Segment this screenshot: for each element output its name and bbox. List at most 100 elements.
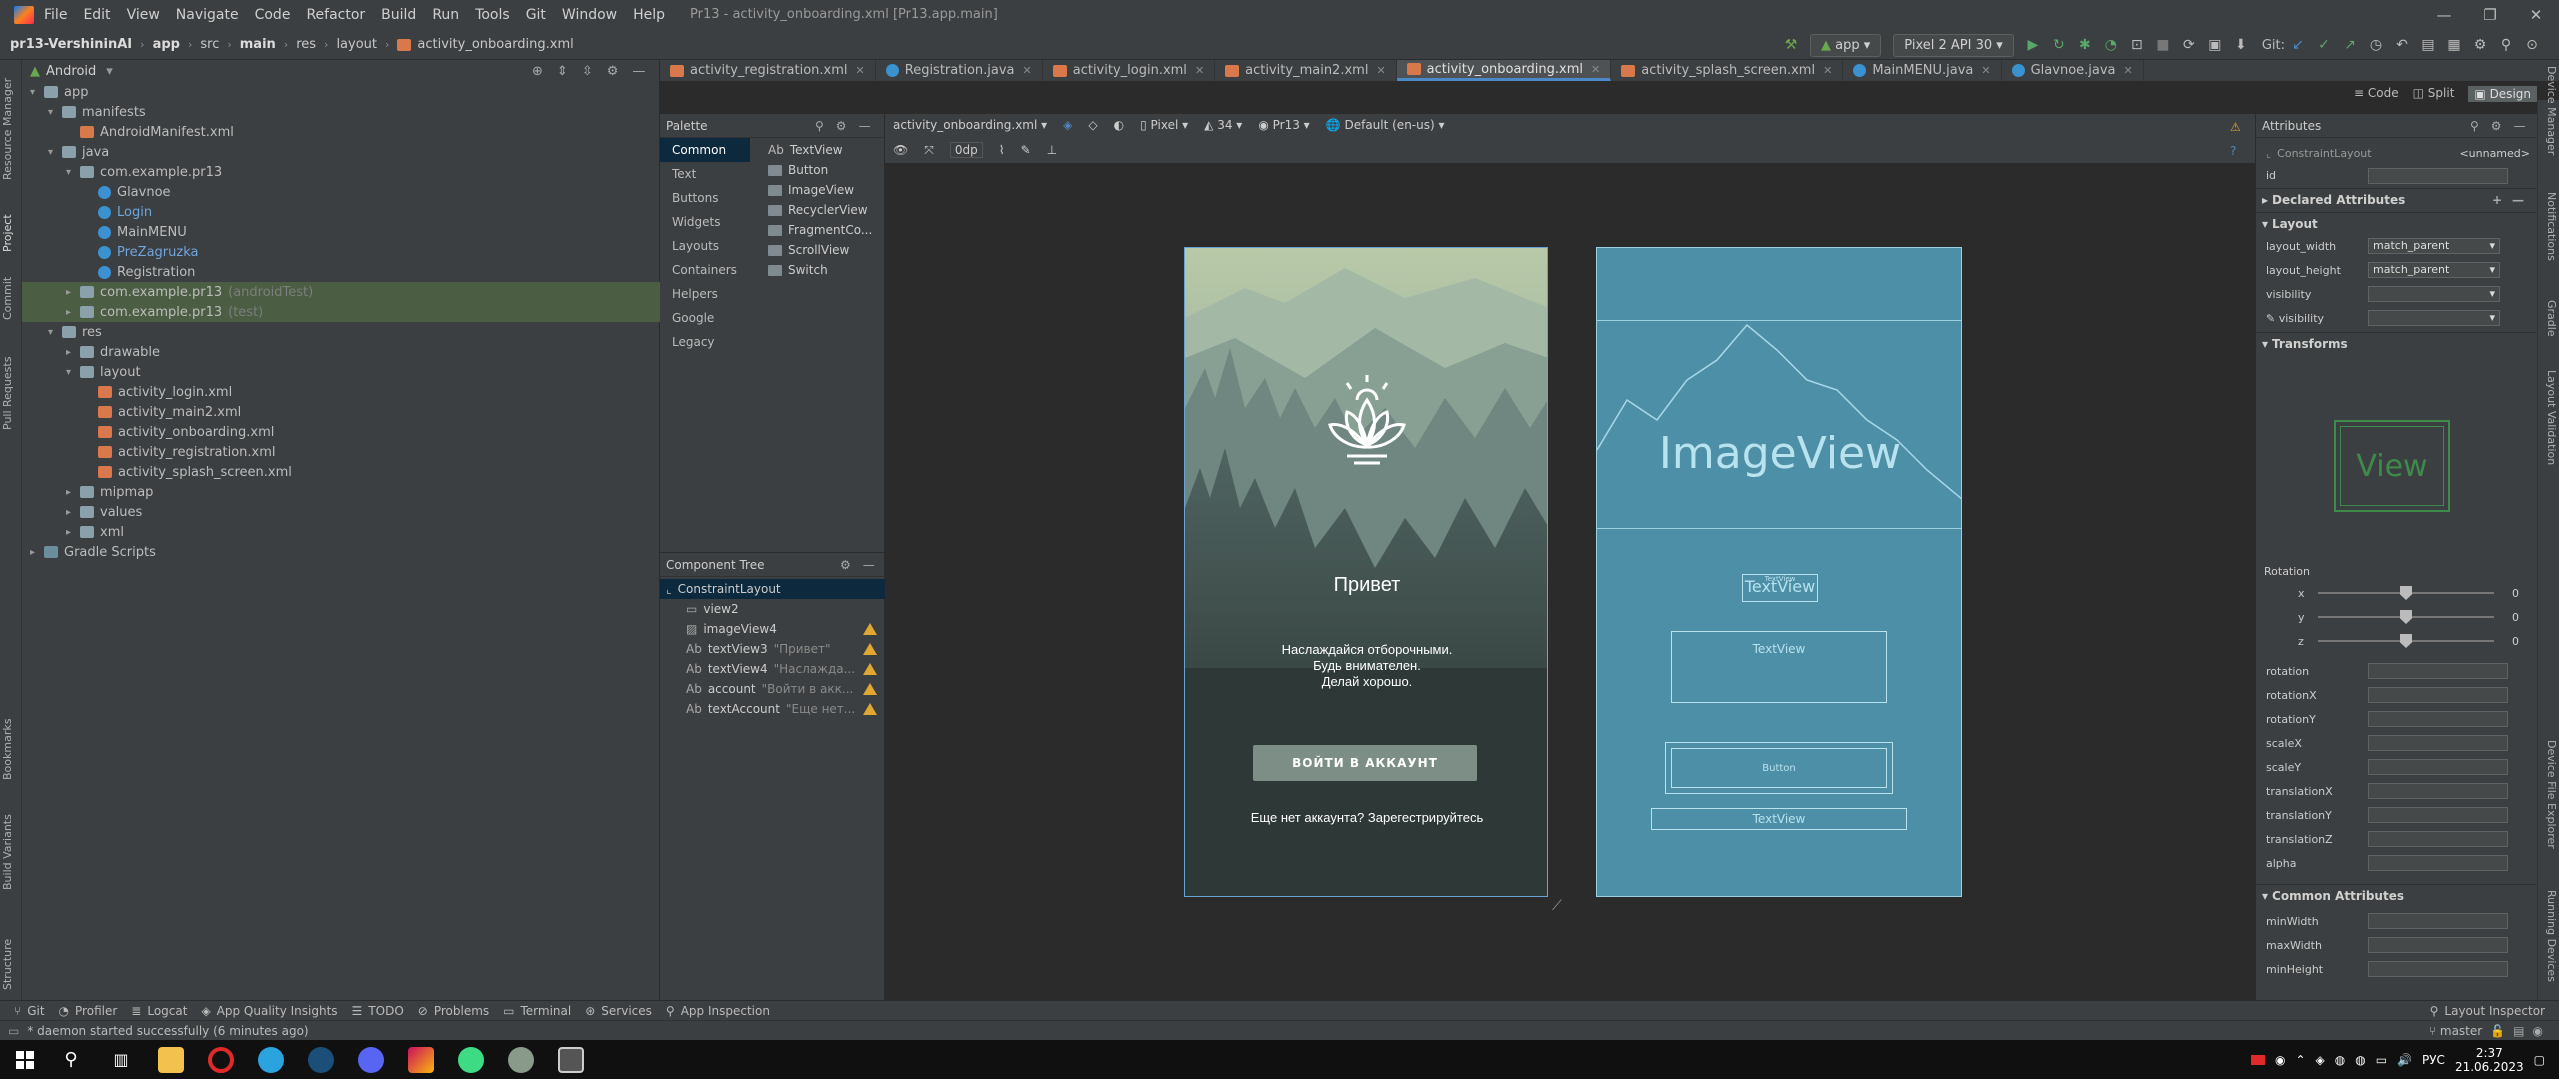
tool-gradle[interactable]: Gradle <box>2545 300 2558 337</box>
project-tree-row[interactable]: activity_splash_screen.xml <box>22 462 660 482</box>
tool-pull-requests[interactable]: Pull Requests <box>1 357 14 430</box>
palette-item[interactable]: ScrollView <box>768 240 849 260</box>
tool-terminal[interactable]: ▭ Terminal <box>503 1004 571 1018</box>
tool-build-variants[interactable]: Build Variants <box>1 814 14 890</box>
tool-git[interactable]: ⑂ Git <box>14 1004 45 1018</box>
expand-arrow-icon[interactable]: ▸ <box>30 547 44 558</box>
layout-height-select[interactable]: match_parent ▾ <box>2368 262 2500 278</box>
project-tree-row[interactable]: ▾ java <box>22 142 660 162</box>
breadcrumb-project[interactable]: pr13-VershininAI <box>10 37 132 52</box>
tool-todo[interactable]: ☰ TODO <box>352 1004 404 1018</box>
tool-app-quality-insights[interactable]: ◈ App Quality Insights <box>201 1004 337 1018</box>
project-tree-row[interactable]: Login <box>22 202 660 222</box>
menu-file[interactable]: File <box>44 7 67 23</box>
tool-services[interactable]: ⊛ Services <box>585 1004 652 1018</box>
component-tree-row[interactable]: ⌞ ConstraintLayout <box>660 579 885 599</box>
project-tree-row[interactable]: ▸ values <box>22 502 660 522</box>
layout-section[interactable]: ▾ Layout <box>2256 212 2538 234</box>
tray-app2-icon[interactable]: ◍ <box>2355 1053 2365 1067</box>
steam-icon[interactable] <box>308 1046 334 1073</box>
project-tree-row[interactable]: ▸ mipmap <box>22 482 660 502</box>
close-tab-icon[interactable]: ✕ <box>2124 64 2133 77</box>
tool-resource-manager[interactable]: Resource Manager <box>1 78 14 180</box>
close-tab-icon[interactable]: ✕ <box>1981 64 1990 77</box>
palette-category[interactable]: Helpers <box>660 282 750 306</box>
keyboard-language[interactable]: РУС <box>2422 1053 2445 1067</box>
clear-constraints-icon[interactable]: ⌇ <box>999 143 1005 157</box>
notification-center-icon[interactable]: ▢ <box>2534 1053 2545 1067</box>
project-tree-row[interactable]: ▸ Gradle Scripts <box>22 542 660 562</box>
project-tree-row[interactable]: Glavnoe <box>22 182 660 202</box>
rotation-y-slider[interactable] <box>2318 610 2494 624</box>
common-attributes-section[interactable]: ▾ Common Attributes <box>2256 884 2538 906</box>
editor-tab[interactable]: activity_splash_screen.xml ✕ <box>1611 60 1844 81</box>
close-icon[interactable]: ✕ <box>2513 0 2559 30</box>
guidelines-icon[interactable]: ⊥ <box>1047 143 1057 157</box>
project-tree-row[interactable]: activity_onboarding.xml <box>22 422 660 442</box>
palette-search-icon[interactable]: ⚲ <box>815 119 824 133</box>
task-view-icon[interactable]: ▥ <box>108 1047 134 1073</box>
memory-indicator-icon[interactable]: ▤ <box>2513 1024 2524 1038</box>
project-tree-row[interactable]: ▸ xml <box>22 522 660 542</box>
tool-layout-inspector[interactable]: ⚲ Layout Inspector <box>2430 1004 2545 1018</box>
discord-icon[interactable] <box>358 1046 384 1073</box>
settings-icon[interactable]: ⚙ <box>2471 36 2489 54</box>
help-icon[interactable]: ? <box>2230 144 2236 158</box>
blueprint-textview-subtitle[interactable]: TextView <box>1671 631 1887 703</box>
expand-arrow-icon[interactable]: ▾ <box>48 327 62 338</box>
attribute-input[interactable] <box>2368 961 2508 977</box>
slider-thumb-icon[interactable] <box>2400 610 2412 624</box>
project-tree-row[interactable]: ▾ manifests <box>22 102 660 122</box>
tray-chevron-icon[interactable]: ⌃ <box>2295 1053 2305 1067</box>
attr-gear-icon[interactable]: ⚙ <box>2491 119 2502 133</box>
close-tab-icon[interactable]: ✕ <box>1195 64 1204 77</box>
palette-category[interactable]: Layouts <box>660 234 750 258</box>
project-tree-row[interactable]: PreZagruzka <box>22 242 660 262</box>
attribute-input[interactable] <box>2368 663 2508 679</box>
palette-category[interactable]: Legacy <box>660 330 750 354</box>
palette-hide-icon[interactable]: — <box>859 119 871 133</box>
run-config-select[interactable]: ▲ app ▾ <box>1810 33 1882 57</box>
expand-arrow-icon[interactable]: ▸ <box>66 287 80 298</box>
editor-tab[interactable]: MainMENU.java ✕ <box>1843 60 2002 81</box>
expand-arrow-icon[interactable]: ▸ <box>66 347 80 358</box>
account-icon[interactable]: ⊙ <box>2523 36 2541 54</box>
menu-navigate[interactable]: Navigate <box>176 7 239 23</box>
project-tree-row[interactable]: AndroidManifest.xml <box>22 122 660 142</box>
expand-arrow-icon[interactable]: ▸ <box>66 487 80 498</box>
attribute-input[interactable] <box>2368 783 2508 799</box>
palette-category[interactable]: Widgets <box>660 210 750 234</box>
tool-profiler[interactable]: ◔ Profiler <box>59 1004 118 1018</box>
attribute-input[interactable] <box>2368 913 2508 929</box>
search-icon[interactable]: ⚲ <box>2497 36 2515 54</box>
project-tree-row[interactable]: ▾ res <box>22 322 660 342</box>
editor-tab[interactable]: activity_main2.xml ✕ <box>1215 60 1397 81</box>
blueprint-textview-greeting[interactable]: TextView TextView <box>1742 574 1818 602</box>
rider-icon[interactable] <box>408 1046 434 1073</box>
expand-all-icon[interactable]: ⇕ <box>557 64 568 79</box>
tool-layout-validation[interactable]: Layout Validation <box>2545 370 2558 465</box>
ctree-gear-icon[interactable]: ⚙ <box>840 558 851 572</box>
locate-icon[interactable]: ⊕ <box>532 64 543 79</box>
menu-code[interactable]: Code <box>255 7 291 23</box>
palette-item[interactable]: RecyclerView <box>768 200 868 220</box>
breadcrumb-file[interactable]: activity_onboarding.xml <box>417 37 573 52</box>
expand-arrow-icon[interactable]: ▾ <box>66 167 80 178</box>
expand-arrow-icon[interactable]: ▾ <box>48 147 62 158</box>
blueprint-preview[interactable]: ImageView TextView TextView TextView But… <box>1596 247 1962 897</box>
tool-logcat[interactable]: ≣ Logcat <box>131 1004 187 1018</box>
project-tree-row[interactable]: Registration <box>22 262 660 282</box>
attribute-input[interactable] <box>2368 807 2508 823</box>
menu-tools[interactable]: Tools <box>475 7 510 23</box>
notifications-icon[interactable]: ◉ <box>2533 1024 2543 1038</box>
attribute-input[interactable] <box>2368 735 2508 751</box>
tray-app-icon[interactable]: ◍ <box>2335 1053 2345 1067</box>
project-tree-row[interactable]: activity_registration.xml <box>22 442 660 462</box>
layout-width-select[interactable]: match_parent ▾ <box>2368 238 2500 254</box>
gear-icon[interactable]: ⚙ <box>607 64 619 79</box>
lock-icon[interactable]: 🔓 <box>2490 1024 2505 1038</box>
attr-search-icon[interactable]: ⚲ <box>2470 119 2479 133</box>
theme-select[interactable]: ◉ Pr13 ▾ <box>1258 118 1309 132</box>
file-explorer-icon[interactable] <box>158 1046 184 1073</box>
device-select[interactable]: Pixel 2 API 30 ▾ <box>1893 33 2014 57</box>
